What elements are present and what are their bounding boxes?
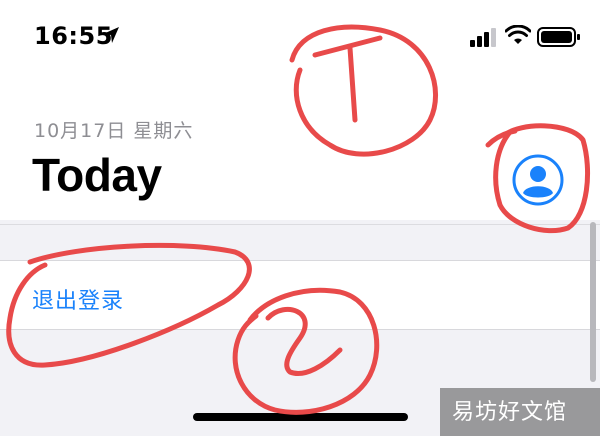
page-title: Today bbox=[32, 149, 162, 201]
account-button[interactable] bbox=[512, 154, 564, 206]
date-label: 10月17日 星期六 bbox=[34, 120, 194, 142]
home-indicator[interactable] bbox=[193, 413, 408, 421]
wifi-icon bbox=[505, 25, 531, 44]
location-arrow-icon bbox=[103, 27, 119, 43]
cellular-signal-icon bbox=[470, 28, 496, 47]
battery-icon bbox=[537, 27, 580, 47]
status-bar: 16:55 bbox=[0, 0, 600, 70]
section-divider bbox=[0, 224, 600, 225]
scrollbar[interactable] bbox=[590, 222, 596, 382]
sign-out-row[interactable]: 退出登录 bbox=[0, 260, 600, 330]
watermark-text: 易坊好文馆 bbox=[452, 400, 568, 425]
sign-out-button[interactable]: 退出登录 bbox=[32, 283, 124, 315]
person-circle-icon bbox=[512, 154, 564, 206]
